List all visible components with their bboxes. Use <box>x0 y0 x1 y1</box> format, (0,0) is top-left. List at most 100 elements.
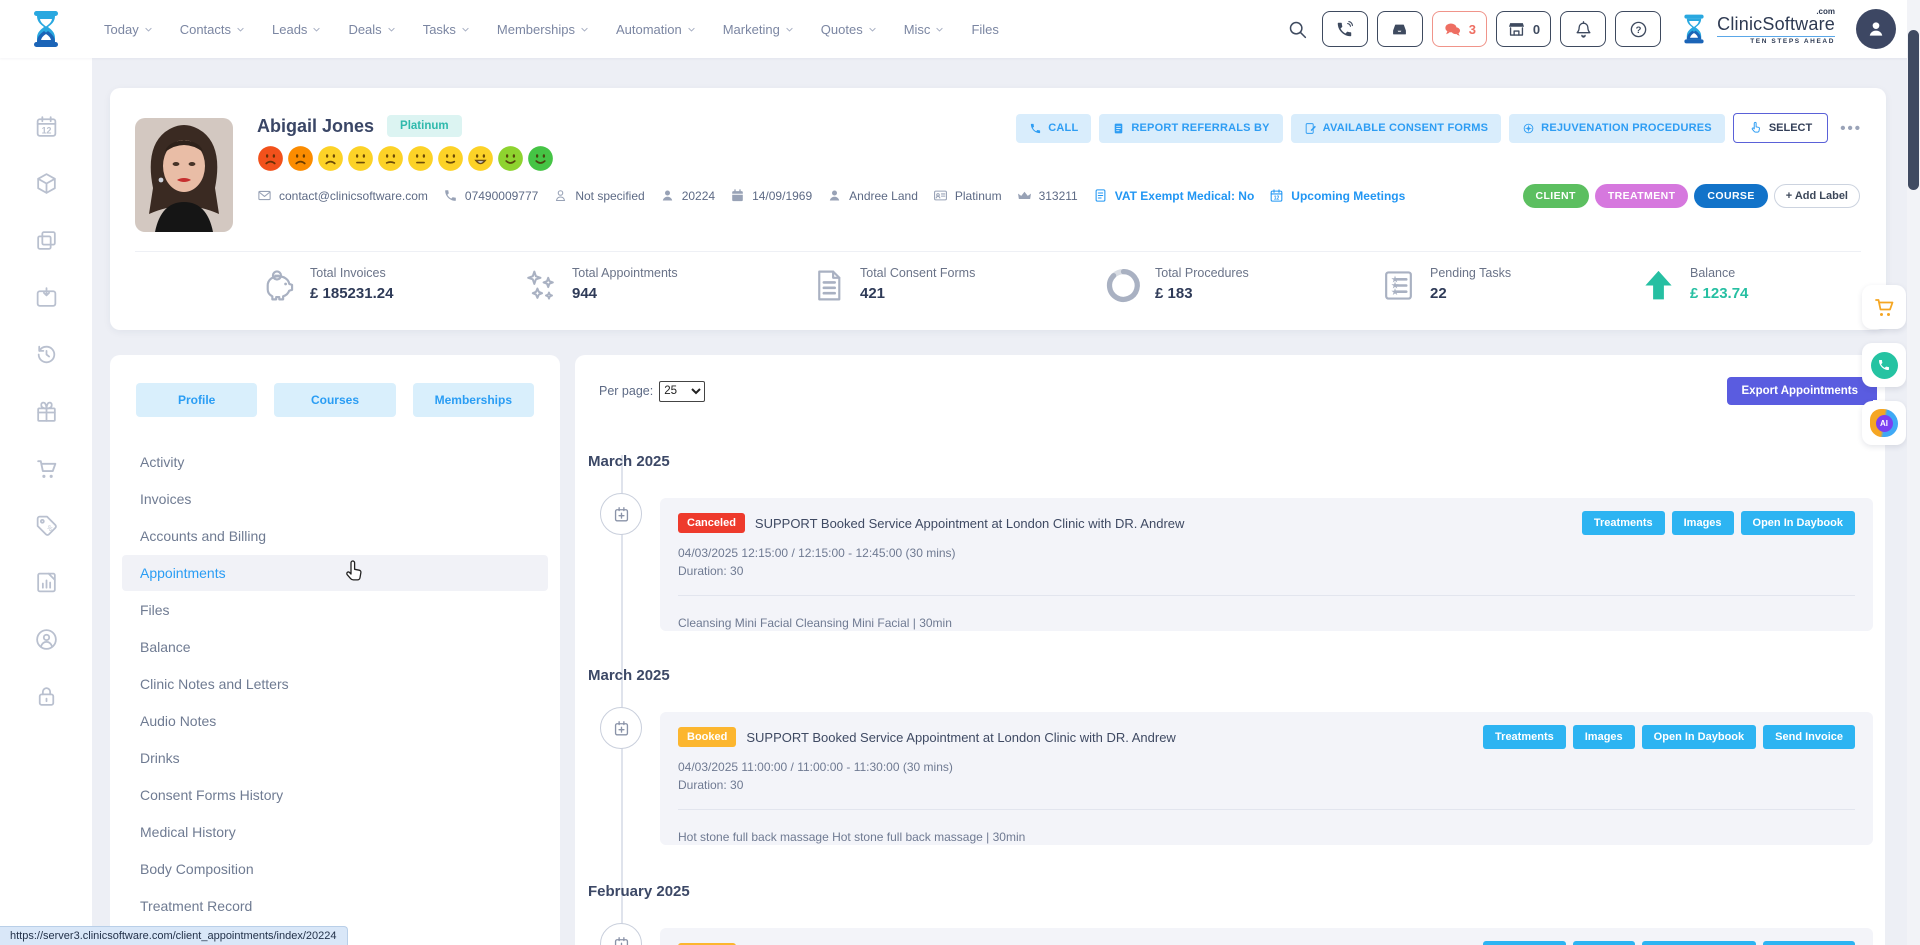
rail-cube-button[interactable] <box>34 155 59 212</box>
floating-cart-button[interactable] <box>1862 285 1906 329</box>
rail-history-button[interactable] <box>34 326 59 383</box>
store-button[interactable]: 0 <box>1496 11 1551 47</box>
divider <box>135 251 1861 252</box>
rail-user-badge-button[interactable] <box>34 611 59 668</box>
sidebar-item-drinks[interactable]: Drinks <box>122 740 548 776</box>
stat-total-invoices: Total Invoices£ 185231.24 <box>260 266 393 304</box>
mood-face-icon[interactable] <box>377 145 404 172</box>
main-nav: Today Contacts Leads Deals Tasks Memberships A… <box>104 22 999 37</box>
nav-item-today[interactable]: Today <box>104 22 153 37</box>
rail-gift-button[interactable] <box>34 383 59 440</box>
appointment-open-in-daybook-button[interactable]: Open In Daybook <box>1642 725 1756 749</box>
sidebar-item-audio-notes[interactable]: Audio Notes <box>122 703 548 739</box>
mood-face-icon[interactable] <box>407 145 434 172</box>
sidebar-item-appointments[interactable]: Appointments <box>122 555 548 591</box>
rail-price-tag-button[interactable]: % <box>34 497 59 554</box>
appointment-open-in-daybook-button[interactable]: Open In Daybook <box>1741 511 1855 535</box>
appointment-images-button[interactable]: Images <box>1573 941 1635 945</box>
scrollbar[interactable] <box>1907 0 1920 945</box>
sidebar-item-files[interactable]: Files <box>122 592 548 628</box>
appointment-treatments-button[interactable]: Treatments <box>1483 941 1566 945</box>
action-available-consent-forms-button[interactable]: AVAILABLE CONSENT FORMS <box>1291 114 1502 143</box>
help-button[interactable]: ? <box>1615 11 1661 47</box>
tab-courses[interactable]: Courses <box>274 383 395 417</box>
user-icon <box>1866 19 1886 39</box>
stat-balance: Balance£ 123.74 <box>1640 266 1748 304</box>
appointment-send-invoice-button[interactable]: Send Invoice <box>1763 725 1855 749</box>
rail-lock-button[interactable] <box>34 668 59 725</box>
bell-button[interactable] <box>1560 11 1606 47</box>
export-appointments-button[interactable]: Export Appointments <box>1727 377 1874 405</box>
contact-calendar-12[interactable]: 12Upcoming Meetings <box>1269 188 1405 203</box>
add-label-button[interactable]: + Add Label <box>1774 184 1860 208</box>
scrollbar-thumb[interactable] <box>1908 30 1919 190</box>
nav-item-misc[interactable]: Misc <box>904 22 945 37</box>
rail-cart-button[interactable] <box>34 440 59 497</box>
sidebar-item-body-composition[interactable]: Body Composition <box>122 851 548 887</box>
search-icon[interactable] <box>1287 19 1308 40</box>
per-page-select[interactable]: 25 <box>659 381 705 402</box>
floating-whatsapp-button[interactable] <box>1862 343 1906 387</box>
appointment-images-button[interactable]: Images <box>1672 511 1734 535</box>
mood-face-icon[interactable] <box>287 145 314 172</box>
action-report-referrals-by-button[interactable]: REPORT REFERRALS BY <box>1099 114 1282 143</box>
user-avatar[interactable] <box>1856 9 1896 49</box>
sidebar-item-accounts-and-billing[interactable]: Accounts and Billing <box>122 518 548 554</box>
inbox-button[interactable] <box>1377 11 1423 47</box>
label-pill-client[interactable]: CLIENT <box>1523 184 1589 208</box>
mood-face-icon[interactable] <box>437 145 464 172</box>
nav-item-quotes[interactable]: Quotes <box>821 22 877 37</box>
client-contact-row: contact@clinicsoftware.com07490009777Not… <box>257 188 1405 203</box>
tab-memberships[interactable]: Memberships <box>413 383 534 417</box>
appointment-send-invoice-button[interactable]: Send Invoice <box>1763 941 1855 945</box>
id-card-icon <box>933 188 948 203</box>
client-photo[interactable] <box>135 118 233 232</box>
appointment-images-button[interactable]: Images <box>1573 725 1635 749</box>
nav-item-files[interactable]: Files <box>971 22 998 37</box>
appointment-open-in-daybook-button[interactable]: Open In Daybook <box>1642 941 1756 945</box>
contact-envelope[interactable]: contact@clinicsoftware.com <box>257 188 428 203</box>
chat-button[interactable]: 3 <box>1432 11 1487 47</box>
phone-call-button[interactable] <box>1322 11 1368 47</box>
rail-calendar-import-button[interactable] <box>34 269 59 326</box>
sidebar-item-activity[interactable]: Activity <box>122 444 548 480</box>
appointment-treatments-button[interactable]: Treatments <box>1483 725 1566 749</box>
select-button[interactable]: SELECT <box>1733 113 1828 143</box>
mood-face-icon[interactable] <box>317 145 344 172</box>
timeline-calendar-icon <box>600 923 642 945</box>
nav-item-tasks[interactable]: Tasks <box>423 22 470 37</box>
rail-copy-pages-button[interactable] <box>34 212 59 269</box>
appointment-treatments-button[interactable]: Treatments <box>1582 511 1665 535</box>
sidebar-item-medical-history[interactable]: Medical History <box>122 814 548 850</box>
nav-item-deals[interactable]: Deals <box>348 22 395 37</box>
mood-face-icon[interactable] <box>257 145 284 172</box>
sidebar-item-invoices[interactable]: Invoices <box>122 481 548 517</box>
rail-calendar-date-button[interactable]: 12 <box>34 98 59 155</box>
floating-ai-button[interactable]: AI <box>1862 401 1906 445</box>
label-pill-course[interactable]: COURSE <box>1694 184 1767 208</box>
nav-item-marketing[interactable]: Marketing <box>723 22 794 37</box>
sidebar-item-balance[interactable]: Balance <box>122 629 548 665</box>
action-rejuvenation-procedures-button[interactable]: REJUVENATION PROCEDURES <box>1509 114 1725 143</box>
more-options-button[interactable]: ••• <box>1840 120 1862 137</box>
nav-item-memberships[interactable]: Memberships <box>497 22 589 37</box>
appointment-duration: Duration: 30 <box>678 564 1855 578</box>
label-pill-treatment[interactable]: TREATMENT <box>1595 184 1689 208</box>
app-logo[interactable] <box>0 9 92 49</box>
nav-item-leads[interactable]: Leads <box>272 22 321 37</box>
sidebar-item-treatment-record[interactable]: Treatment Record <box>122 888 548 924</box>
nav-item-contacts[interactable]: Contacts <box>180 22 245 37</box>
mood-face-icon[interactable] <box>527 145 554 172</box>
mood-face-icon[interactable] <box>497 145 524 172</box>
inbox-icon <box>1390 20 1409 39</box>
contact-document[interactable]: VAT Exempt Medical: No <box>1093 188 1255 203</box>
nav-item-automation[interactable]: Automation <box>616 22 696 37</box>
sidebar-item-clinic-notes-and-letters[interactable]: Clinic Notes and Letters <box>122 666 548 702</box>
sidebar-item-consent-forms-history[interactable]: Consent Forms History <box>122 777 548 813</box>
mood-face-icon[interactable] <box>467 145 494 172</box>
contact-phone-fill[interactable]: 07490009777 <box>443 188 538 203</box>
action-call-button[interactable]: CALL <box>1016 114 1091 143</box>
rail-chart-doc-button[interactable] <box>34 554 59 611</box>
tab-profile[interactable]: Profile <box>136 383 257 417</box>
mood-face-icon[interactable] <box>347 145 374 172</box>
